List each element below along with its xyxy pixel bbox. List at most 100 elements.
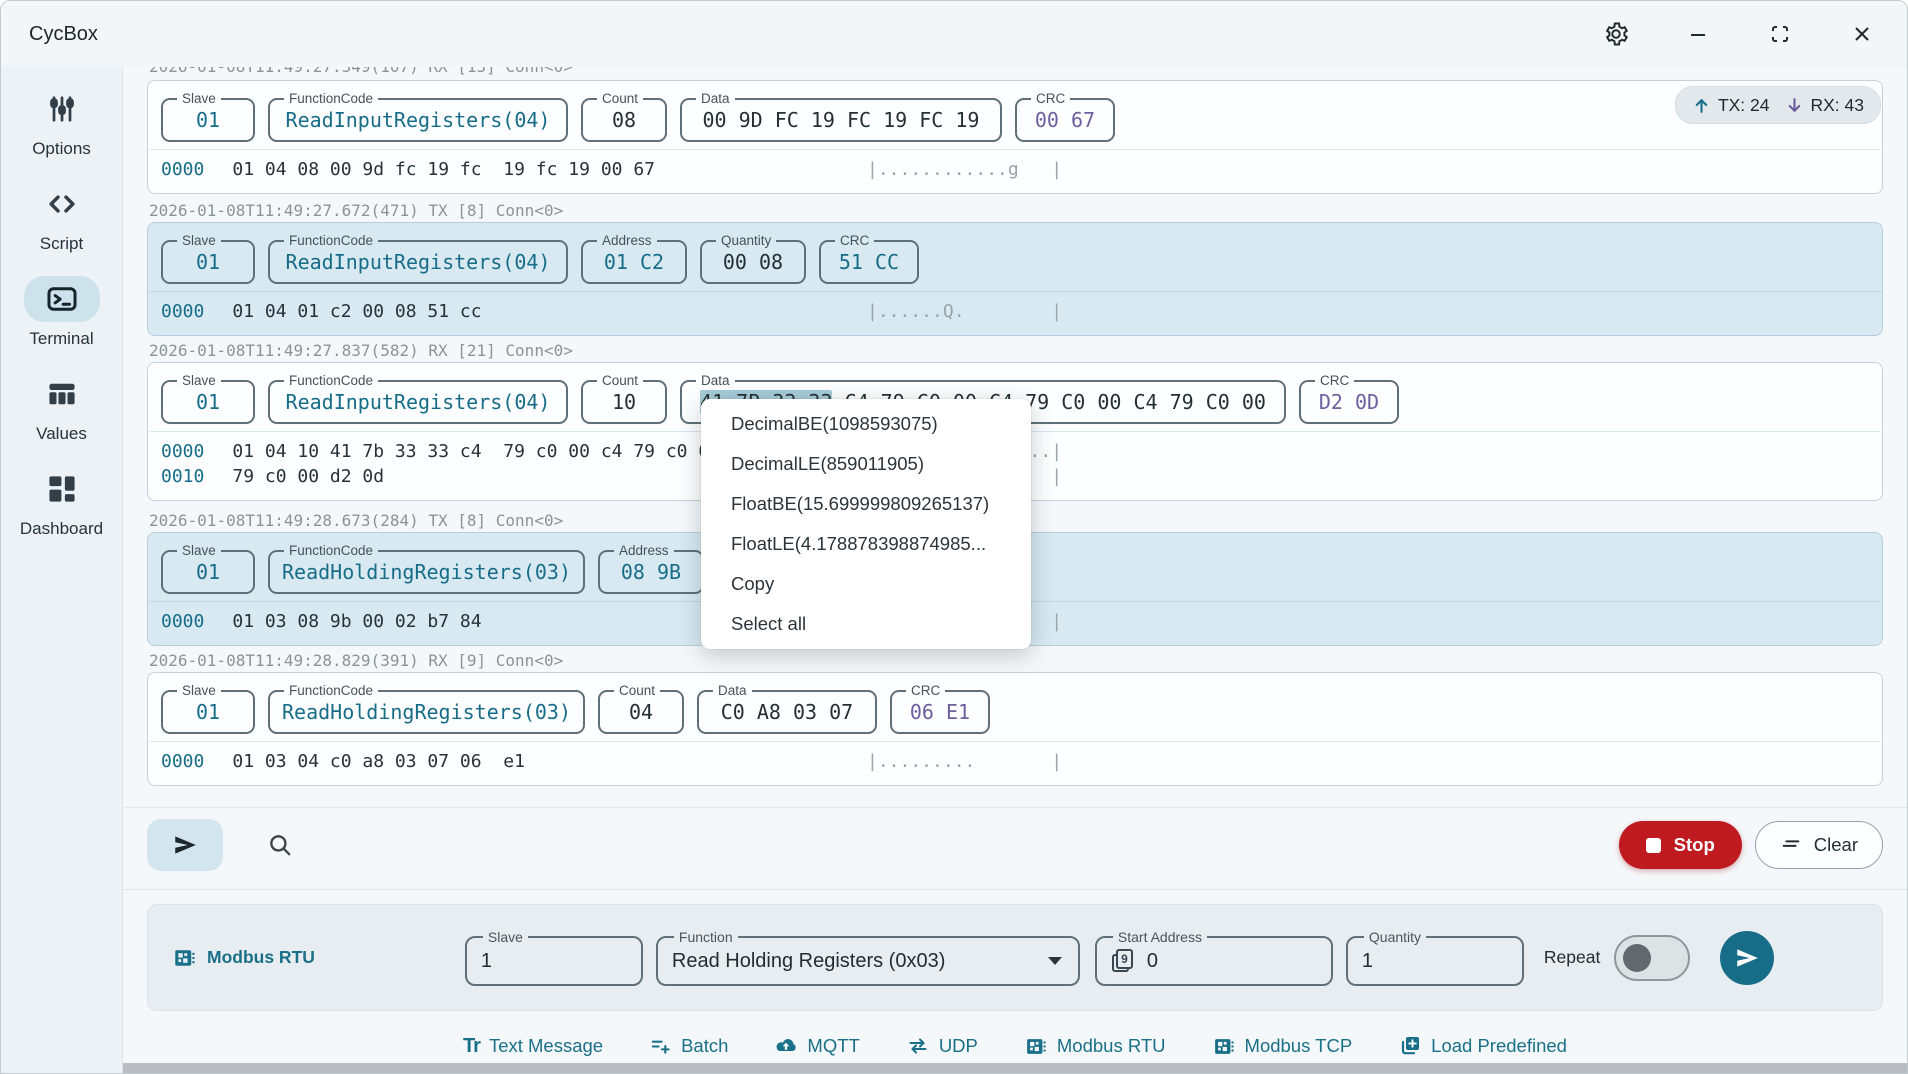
sidebar-label-terminal: Terminal: [29, 329, 93, 349]
menu-item-select-all[interactable]: Select all: [701, 604, 1031, 644]
menu-item-decimal-be[interactable]: DecimalBE(1098593075): [701, 404, 1031, 444]
function-select[interactable]: Function Read Holding Registers (0x03): [656, 929, 1080, 986]
function-code-field: FunctionCodeReadInputRegisters(04): [268, 233, 568, 284]
rx-frame-card: Slave01 FunctionCodeReadInputRegisters(0…: [147, 80, 1883, 194]
start-address-value: 0: [1147, 945, 1158, 977]
composer-panel: Modbus RTU Slave 1 Function Read Holding…: [147, 904, 1883, 1011]
toggle-knob: [1623, 944, 1651, 972]
menu-item-decimal-le[interactable]: DecimalLE(859011905): [701, 444, 1031, 484]
clear-button[interactable]: Clear: [1755, 821, 1883, 869]
modbus-chip-icon: [172, 946, 197, 970]
sidebar-item-dashboard[interactable]: Dashboard: [1, 461, 122, 556]
function-code-field: FunctionCodeReadInputRegisters(04): [268, 91, 568, 142]
slave-value: 1: [481, 945, 627, 977]
slave-field: Slave01: [161, 373, 255, 424]
quantity-value: 1: [1362, 945, 1508, 977]
crc-field: CRC06 E1: [890, 683, 990, 734]
app-title: CycBox: [29, 23, 98, 46]
protocol-indicator: Modbus RTU: [172, 946, 315, 970]
sidebar-label-options: Options: [32, 139, 91, 159]
start-address-input[interactable]: Start Address 9 0: [1095, 929, 1333, 986]
quick-send-button[interactable]: [147, 819, 223, 871]
count-field: Count04: [598, 683, 684, 734]
sidebar-item-options[interactable]: Options: [1, 81, 122, 176]
frame-fields: Slave01 FunctionCodeReadHoldingRegisters…: [148, 673, 1882, 741]
log-timestamp: 2026-01-08T11:49:28.829(391) RX [9] Conn…: [149, 651, 563, 670]
swap-arrows-icon: [906, 1034, 930, 1058]
sidebar-item-terminal[interactable]: Terminal: [1, 271, 122, 366]
function-value: Read Holding Registers (0x03): [672, 945, 945, 977]
menu-item-copy[interactable]: Copy: [701, 564, 1031, 604]
tab-text-message[interactable]: Tr Text Message: [463, 1035, 603, 1058]
rx-count: RX: 43: [1811, 95, 1865, 116]
terminal-active-pill: [24, 276, 100, 322]
slave-field: Slave01: [161, 683, 255, 734]
context-menu: DecimalBE(1098593075) DecimalLE(85901190…: [701, 399, 1031, 649]
protocol-label: Modbus RTU: [207, 947, 315, 968]
settings-gear-icon[interactable]: [1601, 19, 1631, 49]
tab-batch[interactable]: Batch: [649, 1035, 728, 1058]
clear-lines-icon: [1780, 834, 1802, 856]
options-sliders-icon: [46, 93, 78, 125]
crc-field: CRC51 CC: [819, 233, 919, 284]
repeat-toggle[interactable]: [1614, 935, 1690, 981]
tab-modbus-tcp[interactable]: Modbus TCP: [1212, 1035, 1353, 1058]
count-field: Count08: [581, 91, 667, 142]
slave-field: Slave01: [161, 91, 255, 142]
tab-mqtt[interactable]: MQTT: [774, 1034, 859, 1058]
close-icon[interactable]: [1847, 19, 1877, 49]
window-bottom-edge: [123, 1063, 1907, 1073]
log-timestamp: 2026-01-08T11:49:27.672(471) TX [8] Conn…: [149, 201, 563, 220]
sidebar-item-script[interactable]: Script: [1, 176, 122, 271]
terminal-icon: [46, 283, 78, 315]
batch-icon: [649, 1035, 672, 1058]
repeat-label: Repeat: [1544, 947, 1600, 968]
hex-dump: 000001 03 04 c0 a8 03 07 06 e1|.........…: [148, 742, 1882, 785]
log-timestamp: 2026-01-08T11:49:27.349(107) RX [13] Con…: [149, 67, 573, 76]
hex-ascii: |............g |: [867, 157, 1062, 182]
sidebar-label-dashboard: Dashboard: [20, 519, 103, 539]
rx-stat: RX: 43: [1785, 95, 1865, 116]
menu-item-float-be[interactable]: FloatBE(15.699999809265137): [701, 484, 1031, 524]
app-window: CycBox: [0, 0, 1908, 1074]
log-timestamp: 2026-01-08T11:49:28.673(284) TX [8] Conn…: [149, 511, 563, 530]
frame-fields: Slave01 FunctionCodeReadInputRegisters(0…: [148, 223, 1882, 291]
quantity-field: Quantity00 08: [700, 233, 806, 284]
address-field: Address01 C2: [581, 233, 687, 284]
slave-field: Slave01: [161, 543, 255, 594]
sidebar: Options Script Terminal: [1, 67, 123, 1073]
maximize-icon[interactable]: [1765, 19, 1795, 49]
data-field[interactable]: Data00 9D FC 19 FC 19 FC 19: [680, 91, 1002, 142]
sidebar-label-script: Script: [40, 234, 83, 254]
function-code-field: FunctionCodeReadHoldingRegisters(03): [268, 683, 585, 734]
hex-dump: 000001 04 01 c2 00 08 51 cc|......Q. |: [148, 292, 1882, 335]
tab-modbus-rtu[interactable]: Modbus RTU: [1024, 1035, 1166, 1058]
log-toolbar-divider: [123, 807, 1907, 808]
hex-row: 000001 03 04 c0 a8 03 07 06 e1|.........…: [161, 749, 1869, 774]
quantity-input[interactable]: Quantity 1: [1346, 929, 1524, 986]
chevron-down-icon: [1048, 957, 1062, 965]
terminal-toolbar: Stop Clear: [147, 815, 1883, 875]
tab-load-predefined[interactable]: Load Predefined: [1398, 1034, 1567, 1058]
log-timestamp: 2026-01-08T11:49:27.837(582) RX [21] Con…: [149, 341, 573, 360]
slave-input[interactable]: Slave 1: [465, 929, 643, 986]
script-code-icon: [46, 188, 78, 220]
tab-udp[interactable]: UDP: [906, 1034, 978, 1058]
function-code-field: FunctionCodeReadInputRegisters(04): [268, 373, 568, 424]
search-icon[interactable]: [267, 832, 293, 858]
values-table-icon: [46, 378, 78, 410]
crc-field: CRCD2 0D: [1299, 373, 1399, 424]
address-format-icon[interactable]: 9: [1111, 948, 1135, 974]
tx-count: TX: 24: [1718, 95, 1770, 116]
sidebar-item-values[interactable]: Values: [1, 366, 122, 461]
send-request-button[interactable]: [1720, 931, 1774, 985]
modbus-chip-icon: [1024, 1035, 1048, 1058]
tx-frame-card: Slave01 FunctionCodeReadInputRegisters(0…: [147, 222, 1883, 336]
hex-row: 000001 04 08 00 9d fc 19 fc 19 fc 19 00 …: [161, 157, 1869, 182]
data-field[interactable]: DataC0 A8 03 07: [697, 683, 877, 734]
stop-button[interactable]: Stop: [1619, 821, 1742, 869]
slave-field: Slave01: [161, 233, 255, 284]
load-predefined-icon: [1398, 1034, 1422, 1058]
menu-item-float-le[interactable]: FloatLE(4.178878398874985...: [701, 524, 1031, 564]
minimize-icon[interactable]: [1683, 19, 1713, 49]
